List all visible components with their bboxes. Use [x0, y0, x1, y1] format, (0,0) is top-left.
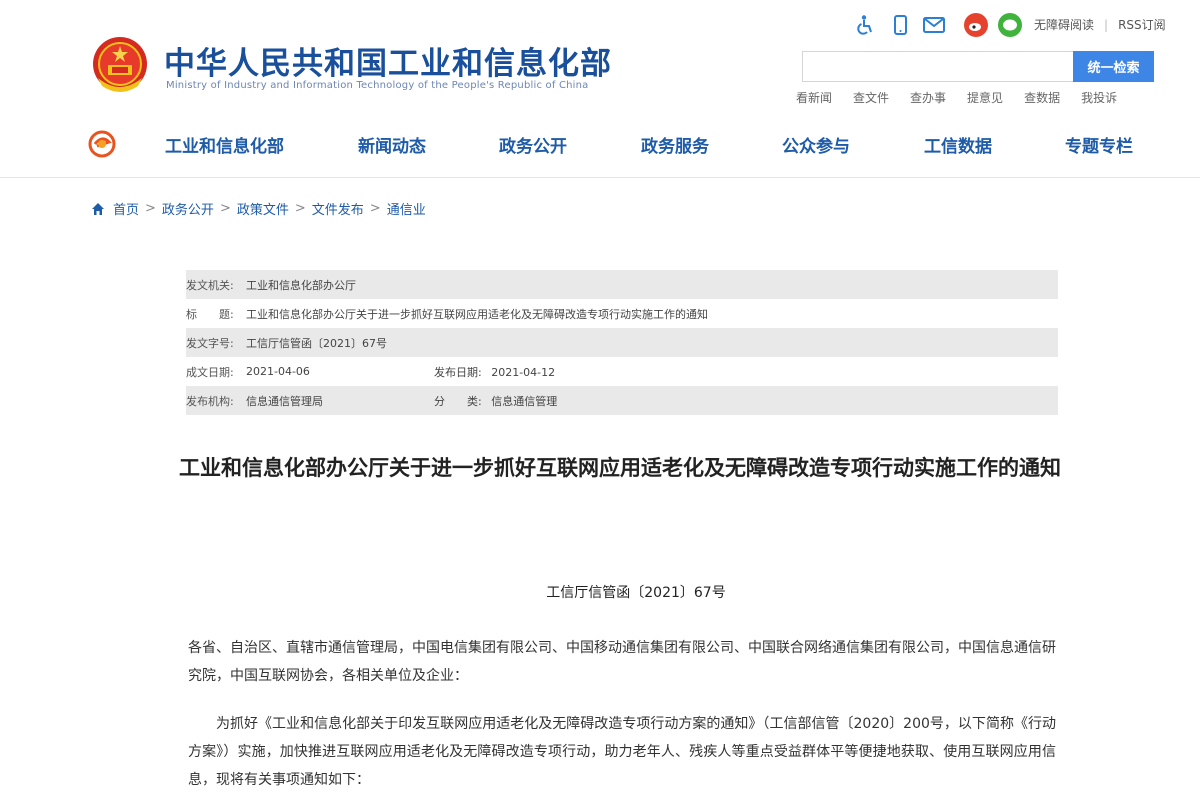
- quick-link-feedback[interactable]: 提意见: [967, 89, 1003, 106]
- nav-services[interactable]: 政务服务: [641, 132, 709, 157]
- divider: |: [1104, 18, 1109, 32]
- meta-label: 标 题:: [186, 307, 234, 321]
- document-salutation: 各省、自治区、直辖市通信管理局，中国电信集团有限公司、中国移动通信集团有限公司、…: [188, 640, 1056, 684]
- breadcrumb-arrow: >: [219, 201, 231, 216]
- document-body: 各省、自治区、直辖市通信管理局，中国电信集团有限公司、中国移动通信集团有限公司、…: [188, 634, 1056, 802]
- quick-link-complaint[interactable]: 我投诉: [1081, 89, 1117, 106]
- meta-pubdate-group: 发布日期: 2021-04-12: [434, 364, 555, 380]
- meta-row-title: 标 题: 工业和信息化部办公厅关于进一步抓好互联网应用适老化及无障碍改造专项行动…: [186, 299, 1058, 328]
- nav-miit[interactable]: 工业和信息化部: [165, 132, 284, 157]
- meta-row-docno: 发文字号: 工信厅信管函〔2021〕67号: [186, 328, 1058, 357]
- main-nav: 工业和信息化部 新闻动态 政务公开 政务服务 公众参与 工信数据 专题专栏: [0, 124, 1200, 164]
- meta-source: 信息通信管理局: [246, 394, 323, 408]
- nav-news[interactable]: 新闻动态: [358, 132, 426, 157]
- site-title[interactable]: 中华人民共和国工业和信息化部: [164, 38, 612, 83]
- meta-row-issuer: 发文机关: 工业和信息化部办公厅: [186, 270, 1058, 299]
- breadcrumb-arrow: >: [145, 201, 156, 216]
- wechat-icon[interactable]: [996, 11, 1024, 39]
- meta-label: 发文字号:: [186, 336, 234, 350]
- accessibility-icon[interactable]: [852, 11, 880, 39]
- quick-links: 看新闻 查文件 查办事 提意见 查数据 我投诉: [796, 89, 1138, 106]
- weibo-icon[interactable]: [962, 11, 990, 39]
- document-title: 工业和信息化部办公厅关于进一步抓好互联网应用适老化及无障碍改造专项行动实施工作的…: [179, 456, 1061, 480]
- barrier-free-link[interactable]: 无障碍阅读: [1034, 16, 1094, 33]
- nav-government-affairs[interactable]: 政务公开: [499, 132, 567, 157]
- meta-category: 信息通信管理: [491, 394, 558, 408]
- breadcrumb: 首页 > 政务公开 > 政策文件 > 文件发布 > 通信业: [90, 199, 426, 218]
- meta-docno: 工信厅信管函〔2021〕67号: [246, 336, 387, 350]
- utility-links: 无障碍阅读 | RSS订阅: [1034, 16, 1166, 33]
- meta-label: 成文日期:: [186, 365, 234, 379]
- mail-icon[interactable]: [920, 11, 948, 39]
- meta-pubdate: 2021-04-12: [491, 365, 556, 379]
- nav-topics[interactable]: 专题专栏: [1065, 132, 1133, 157]
- meta-row-dates: 成文日期: 2021-04-06 发布日期: 2021-04-12: [186, 357, 1058, 386]
- quick-link-news[interactable]: 看新闻: [796, 89, 832, 106]
- meta-issuer: 工业和信息化部办公厅: [246, 278, 356, 292]
- quick-link-data[interactable]: 查数据: [1024, 89, 1060, 106]
- nav-public-participation[interactable]: 公众参与: [782, 132, 850, 157]
- breadcrumb-release[interactable]: 文件发布: [312, 199, 364, 218]
- breadcrumb-telecom[interactable]: 通信业: [387, 199, 426, 218]
- site-header: 中华人民共和国工业和信息化部 Ministry of Industry and …: [0, 0, 1200, 178]
- breadcrumb-arrow: >: [294, 201, 306, 216]
- document-paragraph: 为抓好《工业和信息化部关于印发互联网应用适老化及无障碍改造专项行动方案的通知》（…: [188, 716, 1056, 788]
- home-icon[interactable]: [90, 201, 106, 217]
- meta-date: 2021-04-06: [246, 365, 310, 378]
- rss-link[interactable]: RSS订阅: [1118, 16, 1166, 33]
- mobile-icon[interactable]: [886, 11, 914, 39]
- breadcrumb-arrow: >: [369, 201, 381, 216]
- portal-logo-icon[interactable]: [88, 130, 116, 158]
- breadcrumb-home[interactable]: 首页: [113, 199, 139, 218]
- meta-label: 发布机构:: [186, 394, 234, 408]
- breadcrumb-gov-affairs[interactable]: 政务公开: [162, 199, 214, 218]
- search-input[interactable]: [802, 51, 1074, 82]
- meta-category-group: 分 类: 信息通信管理: [434, 393, 557, 409]
- breadcrumb-policy[interactable]: 政策文件: [237, 199, 289, 218]
- site-subtitle: Ministry of Industry and Information Tec…: [166, 80, 589, 91]
- utility-icons: [852, 10, 1030, 40]
- document-meta-table: 发文机关: 工业和信息化部办公厅 标 题: 工业和信息化部办公厅关于进一步抓好互…: [186, 270, 1058, 415]
- meta-label: 发布日期:: [434, 365, 482, 379]
- quick-link-files[interactable]: 查文件: [853, 89, 889, 106]
- meta-label: 分 类:: [434, 394, 482, 408]
- meta-label: 发文机关:: [186, 278, 234, 292]
- quick-link-services[interactable]: 查办事: [910, 89, 946, 106]
- national-emblem-icon[interactable]: [88, 34, 152, 98]
- document-number: 工信厅信管函〔2021〕67号: [546, 585, 726, 601]
- nav-data[interactable]: 工信数据: [924, 132, 992, 157]
- meta-row-source: 发布机构: 信息通信管理局 分 类: 信息通信管理: [186, 386, 1058, 415]
- search-button[interactable]: 统一检索: [1073, 51, 1154, 82]
- meta-title: 工业和信息化部办公厅关于进一步抓好互联网应用适老化及无障碍改造专项行动实施工作的…: [246, 307, 708, 321]
